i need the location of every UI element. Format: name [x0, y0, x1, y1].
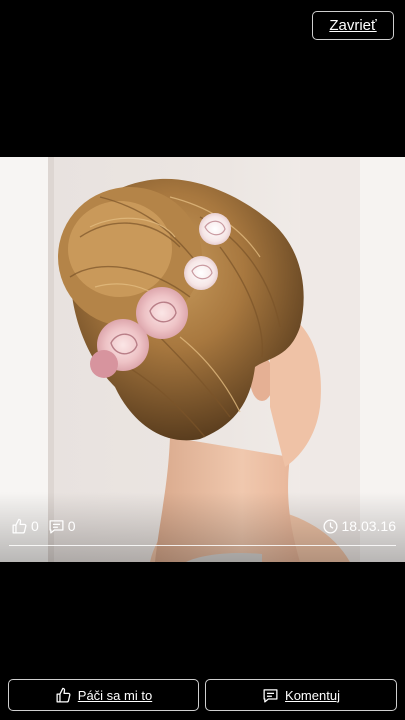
comment-button-label: Komentuj [285, 687, 340, 703]
comments-count[interactable]: 0 [48, 518, 76, 535]
comment-icon [48, 518, 65, 535]
comment-button[interactable]: Komentuj [205, 679, 397, 711]
clock-icon [322, 518, 339, 535]
like-button-label: Páči sa mi to [77, 687, 153, 703]
likes-count-value: 0 [31, 518, 39, 534]
photo-date-value: 18.03.16 [341, 518, 397, 534]
photo [0, 157, 405, 562]
photo-meta-bar: 0 0 18.03.16 [0, 514, 405, 538]
close-button[interactable]: Zavrieť [312, 11, 394, 40]
comment-icon [262, 687, 279, 704]
thumbs-up-icon [11, 518, 28, 535]
comments-count-value: 0 [67, 518, 76, 534]
divider [9, 545, 396, 546]
photo-viewer: Zavrieť 0 0 18.03.16 Páči sa mi to Komen… [0, 0, 405, 720]
likes-count[interactable]: 0 [11, 518, 39, 535]
photo-date: 18.03.16 [322, 518, 397, 535]
like-button[interactable]: Páči sa mi to [8, 679, 199, 711]
thumbs-up-icon [55, 687, 72, 704]
